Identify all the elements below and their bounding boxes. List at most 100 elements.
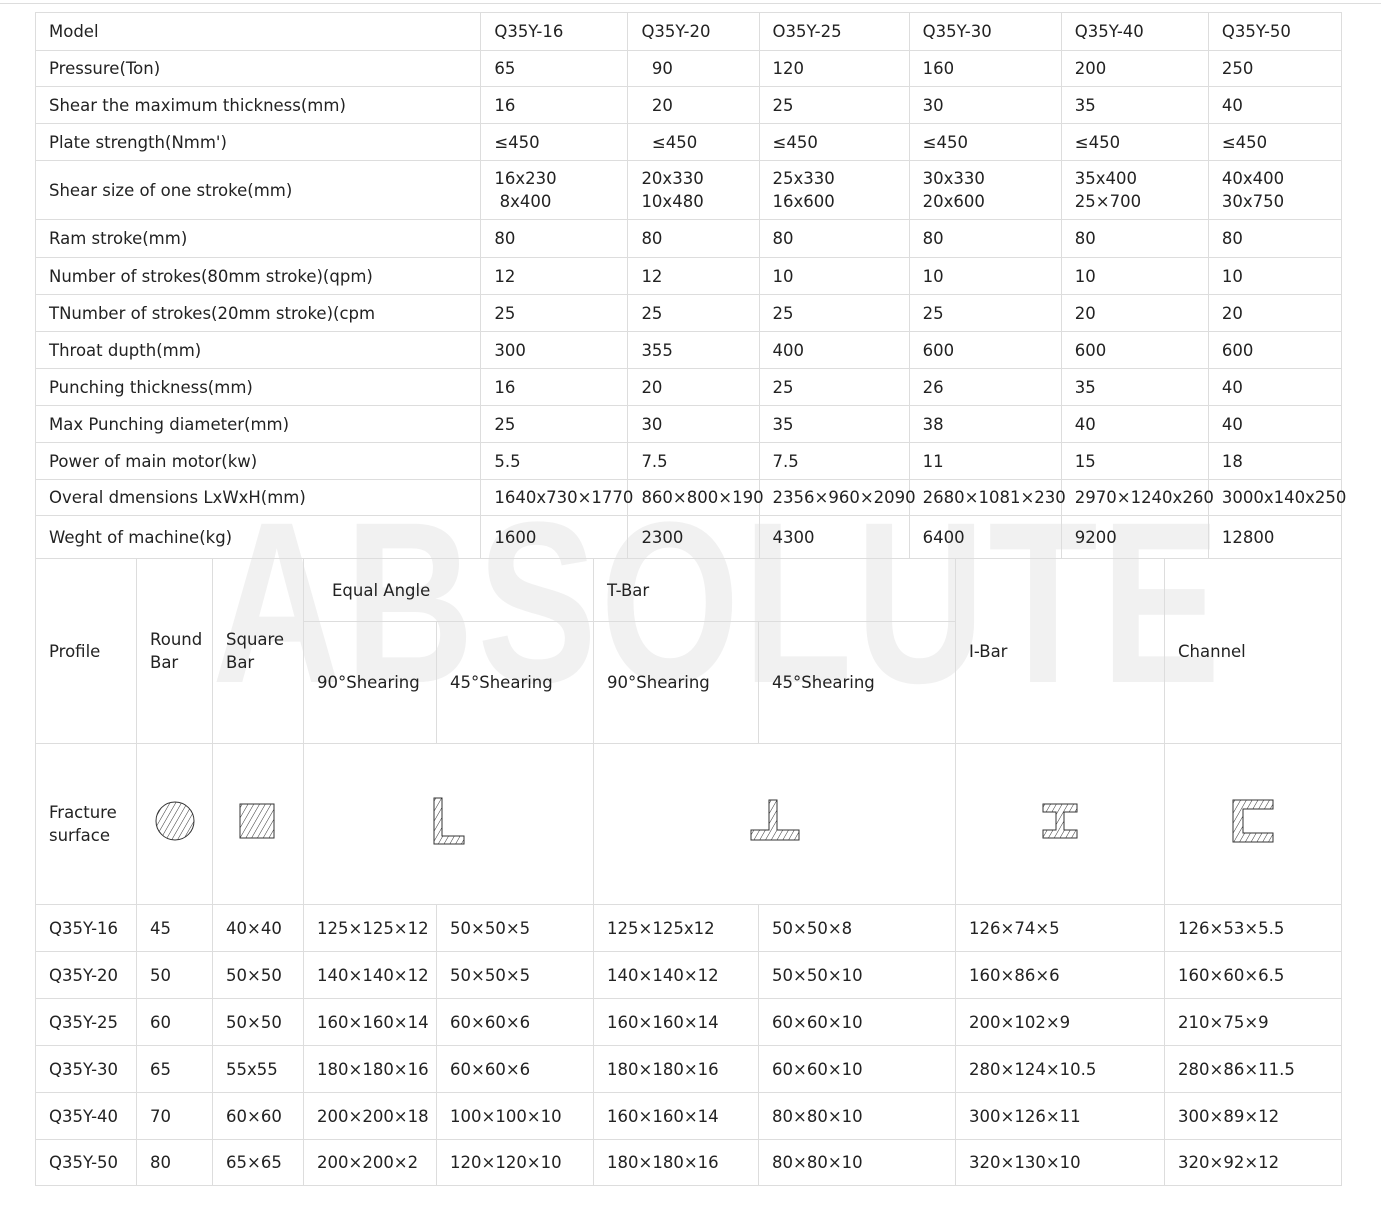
spec-value: 11 xyxy=(908,442,1062,480)
capacity-cell: 300×89×12 xyxy=(1164,1092,1343,1140)
spec-value: 80 xyxy=(908,219,1062,258)
spec-row: Weght of machine(kg) 1600 2300 4300 6400 9200… xyxy=(34,515,1343,559)
header-row: Model Q35Y-16 Q35Y-20 O35Y-25 Q35Y-30 Q35Y-40… xyxy=(34,12,1343,51)
spec-value: 300 xyxy=(480,331,629,369)
t-bar-section-icon xyxy=(593,743,957,905)
spec-value: 9200 xyxy=(1060,515,1209,559)
spec-value: Q35Y-30 xyxy=(908,12,1062,51)
spec-value: 80 xyxy=(1060,219,1209,258)
capacity-cell: 140×140×12 xyxy=(593,951,760,999)
capacity-cell: 60×60×10 xyxy=(758,998,957,1046)
capacity-cell: 160×160×14 xyxy=(593,998,760,1046)
spec-value: 3000x140x250 xyxy=(1207,479,1346,516)
spec-value: 40 xyxy=(1207,368,1343,406)
capacity-cell: 200×200×2 xyxy=(303,1139,437,1186)
capacity-cell: 280×124×10.5 xyxy=(955,1045,1166,1093)
capacity-cell: 180×180×16 xyxy=(303,1045,437,1093)
capacity-cell: 60×60 xyxy=(212,1092,304,1140)
profile-row: Q35Y-20 50 50×50 140×140×12 50×50×5 140×140×1… xyxy=(35,951,1343,999)
spec-row: Shear size of one stroke(mm) 16x230 8x400… xyxy=(34,160,1343,220)
spec-value: 80 xyxy=(480,219,629,258)
spec-value: 10 xyxy=(758,257,910,295)
spec-value: 2356×960×2090 xyxy=(758,479,916,516)
spec-value: 25 xyxy=(480,294,629,332)
capacity-cell: 40×40 xyxy=(212,904,304,952)
spec-value: 355 xyxy=(627,331,760,369)
spec-value: 90 xyxy=(627,50,760,87)
spec-row: Max Punching diameter(mm) 25 30 35 38 40 40 xyxy=(34,405,1343,443)
spec-value: Q35Y-50 xyxy=(1207,12,1343,51)
round-section-icon xyxy=(136,743,213,905)
header-profile: Profile xyxy=(35,558,137,744)
header-square-bar: Square Bar xyxy=(212,558,304,744)
capacity-cell: 50×50×5 xyxy=(435,951,595,999)
spec-label: TNumber of strokes(20mm stroke)(cpm xyxy=(34,294,482,332)
spec-label: Max Punching diameter(mm) xyxy=(34,405,482,443)
angle-section-icon xyxy=(302,743,595,905)
spec-value: 12800 xyxy=(1207,515,1343,559)
spec-row: Plate strength(Nmm') ≤450 ≤450 ≤450 ≤450 ≤45… xyxy=(34,123,1343,161)
header-t-bar: T-Bar xyxy=(593,558,957,622)
spec-value: 80 xyxy=(1207,219,1343,258)
spec-value: 18 xyxy=(1207,442,1343,480)
capacity-cell: 120×120×10 xyxy=(435,1139,595,1186)
capacity-cell: 320×92×12 xyxy=(1164,1139,1343,1186)
spec-value: 30 xyxy=(627,405,760,443)
capacity-cell: 125×125x12 xyxy=(593,904,760,952)
spec-value: ≤450 xyxy=(1207,123,1343,161)
capacity-cell: 65×65 xyxy=(212,1139,304,1186)
spec-label: Shear the maximum thickness(mm) xyxy=(34,86,482,124)
spec-value: 20 xyxy=(627,368,760,406)
spec-row: Overal dmensions LxWxH(mm) 1640x730×1770 8… xyxy=(34,479,1346,516)
capacity-cell: 50×50 xyxy=(212,951,304,999)
spec-value: 7.5 xyxy=(758,442,910,480)
capacity-cell: 100×100×10 xyxy=(435,1092,595,1140)
spec-value: 10 xyxy=(908,257,1062,295)
model-cell: Q35Y-25 xyxy=(35,998,137,1046)
i-bar-section-icon xyxy=(955,743,1166,905)
spec-value: 860×800×190 xyxy=(627,479,764,516)
header-equal-angle-45: 45°Shearing xyxy=(435,621,595,744)
profile-row: Q35Y-16 45 40×40 125×125×12 50×50×5 125×125x1… xyxy=(35,904,1343,952)
spec-value: 120 xyxy=(758,50,910,87)
spec-label: Weght of machine(kg) xyxy=(34,515,482,559)
spec-label: Punching thickness(mm) xyxy=(34,368,482,406)
spec-label: Overal dmensions LxWxH(mm) xyxy=(34,479,482,516)
spec-row: Punching thickness(mm) 16 20 25 26 35 40 xyxy=(34,368,1343,406)
model-cell: Q35Y-40 xyxy=(35,1092,137,1140)
capacity-cell: 45 xyxy=(136,904,213,952)
spec-row: Ram stroke(mm) 80 80 80 80 80 80 xyxy=(34,219,1343,258)
spec-value: 12 xyxy=(480,257,629,295)
spec-value: Q35Y-40 xyxy=(1060,12,1209,51)
spec-label: Model xyxy=(34,12,482,51)
spec-value: 7.5 xyxy=(627,442,760,480)
spec-value: 40 xyxy=(1207,86,1343,124)
capacity-cell: 50×50 xyxy=(212,998,304,1046)
spec-row: Shear the maximum thickness(mm) 16 20 25 30… xyxy=(34,86,1343,124)
spec-value: 65 xyxy=(480,50,629,87)
capacity-cell: 210×75×9 xyxy=(1164,998,1343,1046)
spec-label: Throat dupth(mm) xyxy=(34,331,482,369)
capacity-cell: 65 xyxy=(136,1045,213,1093)
header-equal-angle: Equal Angle xyxy=(302,558,595,622)
spec-value: 20 xyxy=(1207,294,1343,332)
capacity-cell: 180×180×16 xyxy=(593,1139,760,1186)
spec-value: 15 xyxy=(1060,442,1209,480)
spec-value: ≤450 xyxy=(908,123,1062,161)
spec-value: 400 xyxy=(758,331,910,369)
spec-value: 2300 xyxy=(627,515,760,559)
capacity-cell: 160×86×6 xyxy=(955,951,1166,999)
spec-value: 600 xyxy=(908,331,1062,369)
spec-value: 30 xyxy=(908,86,1062,124)
spec-value: 20 xyxy=(627,86,760,124)
spec-label: Ram stroke(mm) xyxy=(34,219,482,258)
capacity-cell: 126×74×5 xyxy=(955,904,1166,952)
profile-row: Q35Y-50 80 65×65 200×200×2 120×120×10 180×180… xyxy=(35,1139,1343,1186)
spec-value: 16 xyxy=(480,86,629,124)
spec-value: 35 xyxy=(1060,86,1209,124)
capacity-cell: 55x55 xyxy=(212,1045,304,1093)
capacity-cell: 126×53×5.5 xyxy=(1164,904,1343,952)
spec-value: 25 xyxy=(480,405,629,443)
capacity-cell: 70 xyxy=(136,1092,213,1140)
capacity-cell: 60 xyxy=(136,998,213,1046)
